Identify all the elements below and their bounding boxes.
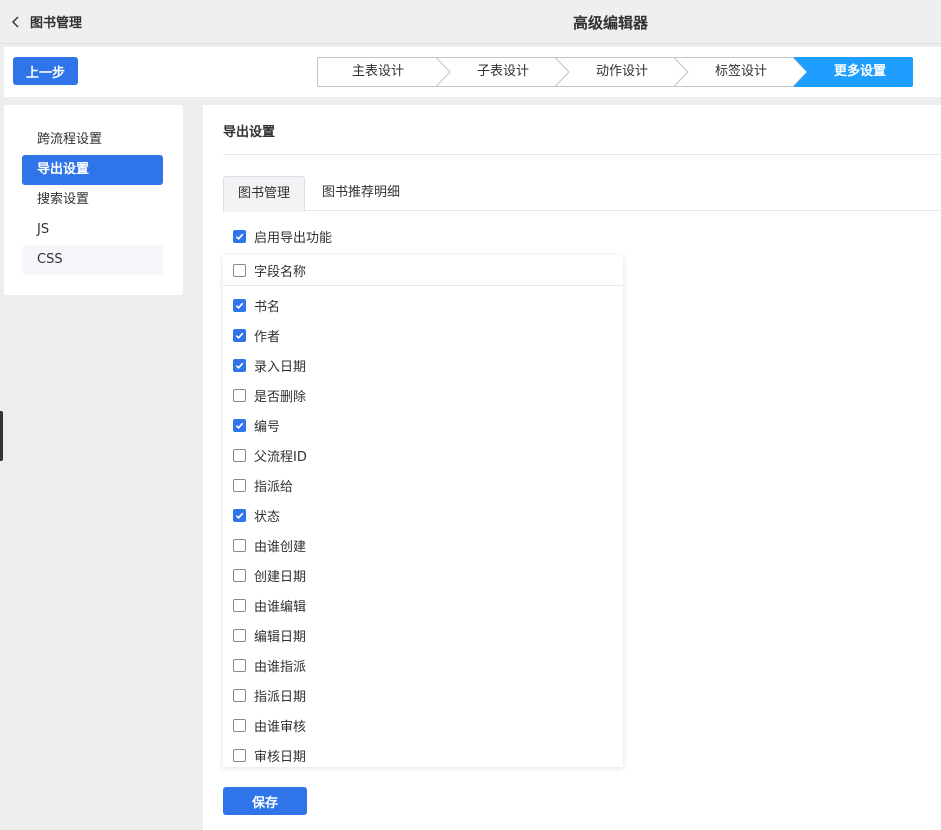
- page-title: 高级编辑器: [572, 14, 648, 32]
- step-actions[interactable]: 动作设计: [569, 57, 675, 87]
- step-bar: 上一步 主表设计 子表设计 动作设计 标签设计 更多设置: [4, 47, 941, 97]
- field-label: 由谁创建: [254, 539, 307, 555]
- field-checkbox[interactable]: [233, 328, 246, 342]
- enable-export-option[interactable]: 启用导出功能: [233, 227, 332, 246]
- field-checkbox[interactable]: [233, 418, 246, 432]
- field-row[interactable]: 指派日期: [233, 685, 306, 705]
- top-bar: 图书管理 高级编辑器: [0, 0, 941, 44]
- field-checkbox[interactable]: [233, 358, 246, 372]
- section-title: 导出设置: [223, 125, 276, 140]
- field-checkbox[interactable]: [233, 298, 246, 312]
- field-label: 父流程ID: [254, 449, 307, 465]
- field-checkbox[interactable]: [233, 748, 246, 762]
- field-list: 字段名称 书名作者录入日期是否删除编号父流程ID 指派给状态由谁创建创建日期由谁编…: [223, 255, 623, 767]
- sidebar-item-export[interactable]: 导出设置: [22, 155, 163, 185]
- field-label: 由谁审核: [254, 719, 307, 735]
- field-label: 状态: [254, 509, 281, 525]
- field-checkbox[interactable]: [233, 628, 246, 642]
- field-label: 作者: [254, 329, 281, 345]
- sidebar-item-cross-flow[interactable]: 跨流程设置: [22, 125, 163, 155]
- field-label: 是否删除: [254, 389, 307, 405]
- field-row[interactable]: 是否删除: [233, 385, 306, 405]
- step-main-table[interactable]: 主表设计: [317, 57, 439, 87]
- field-checkbox[interactable]: [233, 688, 246, 702]
- field-label: 创建日期: [254, 569, 307, 585]
- check-icon: [235, 422, 244, 429]
- field-checkbox[interactable]: [233, 598, 246, 612]
- field-checkbox[interactable]: [233, 478, 246, 492]
- field-label: 由谁指派: [254, 659, 307, 675]
- field-row[interactable]: 由谁创建: [233, 535, 306, 555]
- prev-step-button[interactable]: 上一步: [13, 57, 78, 85]
- step-tags[interactable]: 标签设计: [688, 57, 794, 87]
- field-checkbox[interactable]: [233, 568, 246, 582]
- field-row[interactable]: 父流程ID: [233, 445, 307, 465]
- field-checkbox[interactable]: [233, 508, 246, 522]
- enable-export-label: 启用导出功能: [254, 231, 333, 246]
- step-more-settings[interactable]: 更多设置: [807, 57, 913, 87]
- tab-book-recommendation-detail[interactable]: 图书推荐明细: [311, 176, 411, 211]
- field-row[interactable]: 指派给: [233, 475, 293, 495]
- field-row[interactable]: 审核日期: [233, 745, 306, 765]
- tab-book-management[interactable]: 图书管理: [223, 176, 305, 212]
- field-label: 指派日期: [254, 689, 307, 705]
- check-icon: [235, 512, 244, 519]
- check-icon: [235, 302, 244, 309]
- enable-export-checkbox[interactable]: [233, 230, 246, 243]
- field-label: 录入日期: [254, 359, 307, 375]
- main-panel: 导出设置 图书管理 图书推荐明细 启用导出功能 字段名称 书名作者录入日期是否删…: [203, 105, 941, 830]
- field-row[interactable]: 状态: [233, 505, 280, 525]
- step-wizard: 主表设计 子表设计 动作设计 标签设计 更多设置: [317, 57, 913, 87]
- field-list-header[interactable]: 字段名称: [223, 255, 623, 286]
- field-checkbox[interactable]: [233, 538, 246, 552]
- tab-bar: 图书管理 图书推荐明细: [223, 176, 941, 212]
- step-sub-table[interactable]: 子表设计: [450, 57, 556, 87]
- field-row[interactable]: 作者: [233, 325, 280, 345]
- save-button[interactable]: 保存: [223, 787, 307, 815]
- sidebar-item-css[interactable]: CSS: [22, 245, 163, 275]
- field-row[interactable]: 由谁指派: [233, 655, 306, 675]
- field-checkbox[interactable]: [233, 448, 246, 462]
- field-name-header: 字段名称: [254, 264, 307, 280]
- field-label: 书名: [254, 299, 281, 315]
- field-row[interactable]: 由谁审核: [233, 715, 306, 735]
- field-label: 由谁编辑: [254, 599, 307, 615]
- sidebar-item-js[interactable]: JS: [22, 215, 163, 245]
- select-all-checkbox[interactable]: [233, 263, 246, 277]
- field-checkbox[interactable]: [233, 658, 246, 672]
- settings-sidebar: 跨流程设置 导出设置 搜索设置 JS CSS: [4, 105, 183, 295]
- edge-handle: [0, 411, 3, 461]
- field-row[interactable]: 编辑日期: [233, 625, 306, 645]
- check-icon: [235, 233, 244, 241]
- field-label: 编辑日期: [254, 629, 307, 645]
- check-icon: [235, 362, 244, 369]
- field-label: 指派给: [254, 479, 294, 495]
- field-label: 编号: [254, 419, 281, 435]
- field-row[interactable]: 创建日期: [233, 565, 306, 585]
- field-row[interactable]: 录入日期: [233, 355, 306, 375]
- section-divider: [223, 154, 941, 155]
- field-row[interactable]: 书名: [233, 295, 280, 315]
- sidebar-item-search[interactable]: 搜索设置: [22, 185, 163, 215]
- field-row[interactable]: 由谁编辑: [233, 595, 306, 615]
- field-checkbox[interactable]: [233, 388, 246, 402]
- field-label: 审核日期: [254, 749, 307, 765]
- field-checkbox[interactable]: [233, 718, 246, 732]
- check-icon: [235, 332, 244, 339]
- field-row[interactable]: 编号: [233, 415, 280, 435]
